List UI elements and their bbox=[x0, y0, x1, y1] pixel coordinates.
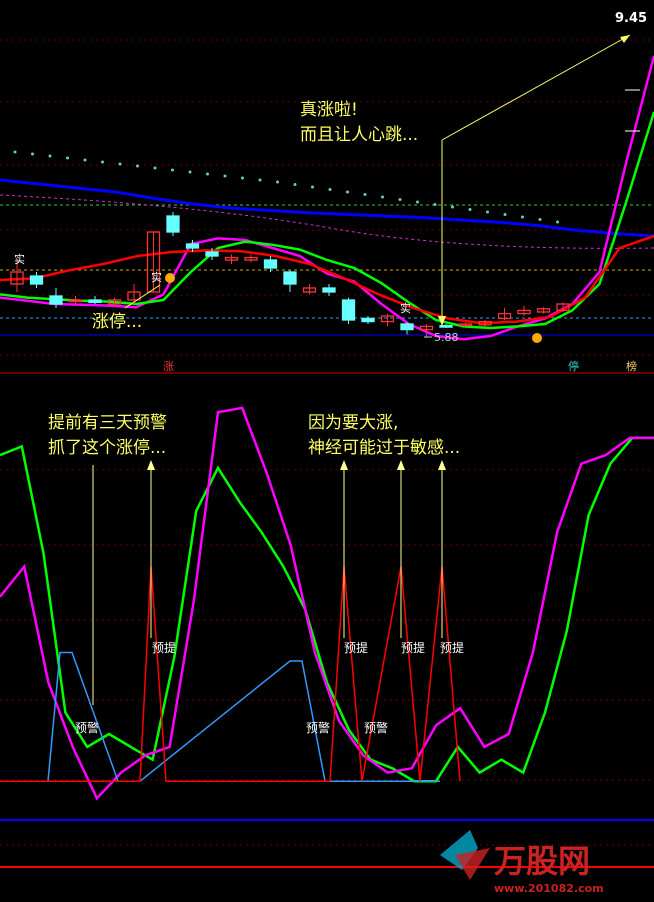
arrow-head-peak bbox=[620, 35, 630, 43]
dotted-ma-point bbox=[101, 160, 104, 164]
dotted-ma-point bbox=[83, 158, 87, 162]
label-yuti-3: 预提 bbox=[401, 640, 425, 655]
dotted-ma-point bbox=[363, 193, 367, 196]
label-yuti-4: 预提 bbox=[440, 640, 464, 655]
annotation-sensitive: 神经可能过于敏感... bbox=[308, 438, 460, 458]
dotted-ma-point bbox=[416, 200, 419, 204]
candle-body bbox=[439, 324, 453, 328]
indicator-lines bbox=[0, 406, 654, 801]
candle-body bbox=[361, 317, 375, 323]
marker-bang: 榜 bbox=[626, 359, 637, 373]
dotted-ma-point bbox=[153, 166, 157, 170]
annotation-heart-race: 而且让人心跳... bbox=[300, 125, 418, 145]
pointer-ti-4-head bbox=[438, 460, 446, 470]
annotation-real-rise: 真涨啦! bbox=[300, 100, 358, 120]
dotted-ma-point bbox=[486, 210, 489, 214]
price-line-1 bbox=[0, 55, 654, 341]
dotted-ma-point bbox=[538, 218, 542, 221]
candle-body bbox=[185, 243, 200, 249]
price-line-3 bbox=[0, 234, 654, 325]
annotation-limit-up: 涨停... bbox=[92, 312, 142, 332]
dotted-ma-point bbox=[521, 215, 524, 219]
signal-dot-1 bbox=[165, 273, 175, 283]
dotted-ma-point bbox=[503, 213, 507, 216]
dotted-ma-point bbox=[223, 174, 227, 178]
label-yuti-1: 预提 bbox=[152, 640, 176, 655]
ma-dashed-magenta bbox=[0, 194, 654, 249]
dotted-ma-point bbox=[13, 150, 17, 154]
dotted-ma-point bbox=[556, 220, 559, 224]
candle-body bbox=[322, 287, 336, 293]
marker-shi-2: 实 bbox=[151, 270, 162, 284]
marker-ting: 停 bbox=[568, 359, 579, 373]
candle-body bbox=[283, 271, 297, 285]
dotted-ma-point bbox=[66, 156, 69, 160]
dotted-ma-point bbox=[118, 162, 122, 166]
pointer-ti-3-head bbox=[397, 460, 405, 470]
pointer-ti-1-head bbox=[147, 460, 155, 470]
candle-body bbox=[88, 299, 102, 304]
candle-body bbox=[29, 275, 44, 285]
dotted-ma-point bbox=[188, 170, 192, 174]
arrow-to-peak bbox=[441, 34, 631, 141]
candle-body bbox=[49, 295, 63, 305]
candle-body bbox=[400, 323, 414, 331]
pointer-ti-2-head bbox=[340, 460, 348, 470]
watermark-url: www.201082.com bbox=[494, 882, 604, 895]
watermark: 万股网 www.201082.com bbox=[440, 830, 604, 895]
stock-chart: 9.45 5.88 真涨啦! 而且让人心跳... 涨停... 实 实 实 涨 停… bbox=[0, 11, 654, 895]
candle-body bbox=[166, 215, 180, 233]
label-yujing-3: 预警 bbox=[364, 720, 388, 735]
dotted-ma-point bbox=[258, 178, 262, 182]
dotted-ma-point bbox=[276, 180, 279, 184]
label-yuti-2: 预提 bbox=[344, 640, 368, 655]
price-low-label: 5.88 bbox=[434, 331, 459, 344]
candle-body bbox=[341, 299, 356, 321]
label-yujing-1: 预警 bbox=[75, 720, 99, 735]
candle-body bbox=[205, 251, 219, 257]
marker-zhang: 涨 bbox=[163, 360, 174, 373]
annotation-big-rise: 因为要大涨, bbox=[308, 413, 398, 433]
price-line-0 bbox=[0, 178, 654, 238]
annotation-caught-limit: 抓了这个涨停... bbox=[48, 438, 166, 458]
dotted-ma-point bbox=[328, 188, 332, 191]
candle-body bbox=[263, 259, 278, 269]
dotted-ma-point bbox=[293, 183, 297, 186]
dotted-ma-point bbox=[381, 195, 384, 199]
dotted-ma-point bbox=[433, 203, 437, 206]
dotted-ma-point bbox=[136, 164, 139, 168]
dotted-ma-point bbox=[451, 205, 454, 209]
marker-shi-3: 实 bbox=[400, 301, 411, 315]
dotted-ma-point bbox=[48, 154, 52, 158]
dotted-ma-point bbox=[31, 152, 34, 156]
price-high-label: 9.45 bbox=[615, 11, 647, 26]
dotted-ma-point bbox=[171, 168, 174, 172]
price-ma-lines bbox=[0, 55, 654, 341]
signal-dot-2 bbox=[532, 333, 542, 343]
watermark-brand: 万股网 bbox=[494, 842, 590, 880]
dotted-ma-point bbox=[311, 185, 314, 189]
dotted-ma-point bbox=[206, 172, 209, 176]
label-yujing-2: 预警 bbox=[306, 720, 330, 735]
annotation-warning-days: 提前有三天预警 bbox=[48, 413, 167, 433]
dotted-ma-point bbox=[468, 208, 472, 211]
dotted-ma-point bbox=[346, 190, 349, 194]
dotted-ma-point bbox=[241, 176, 244, 180]
dotted-ma-point bbox=[398, 198, 402, 201]
indicator-line-3 bbox=[0, 566, 461, 782]
marker-shi-1: 实 bbox=[14, 252, 25, 266]
